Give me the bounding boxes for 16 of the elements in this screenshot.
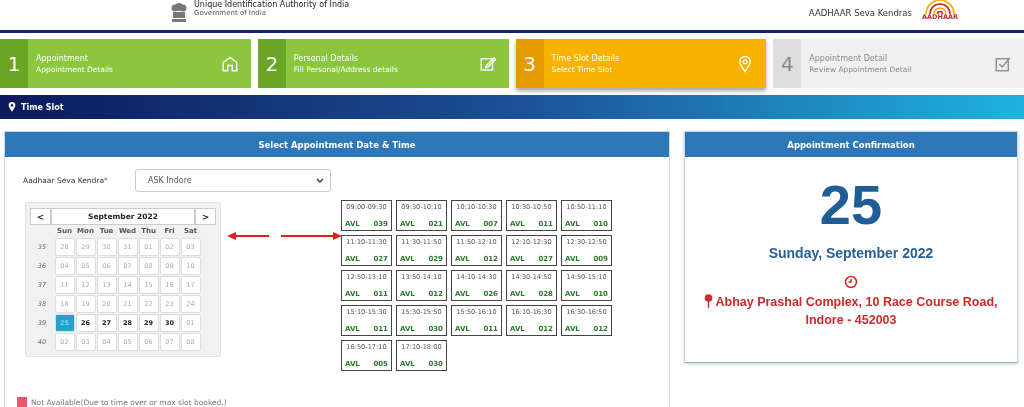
chevron-down-icon (316, 177, 324, 184)
home-icon (220, 54, 239, 73)
panel-header: Appointment Confirmation (685, 132, 1017, 157)
appointment-address: Abhay Prashal Complex, 10 Race Course Road, Indore - 452003 (685, 293, 1017, 330)
clock-icon (844, 275, 858, 289)
appointment-date: Sunday, September 2022 (768, 245, 934, 261)
brand-name: AADHAAR Seva Kendras (808, 8, 912, 18)
next-month-button[interactable]: > (195, 208, 216, 225)
kendra-select[interactable]: ASK Indore (135, 169, 331, 192)
location-pin-icon (8, 102, 16, 112)
map-pin-icon (704, 294, 714, 308)
previous-month-button[interactable]: < (30, 208, 51, 225)
section-title: Time Slot (21, 102, 64, 112)
appointment-day: 25 (819, 177, 883, 233)
panel-header: Select Appointment Date & Time (5, 132, 669, 157)
organization-name: Unique Identification Authority of India (194, 0, 350, 9)
